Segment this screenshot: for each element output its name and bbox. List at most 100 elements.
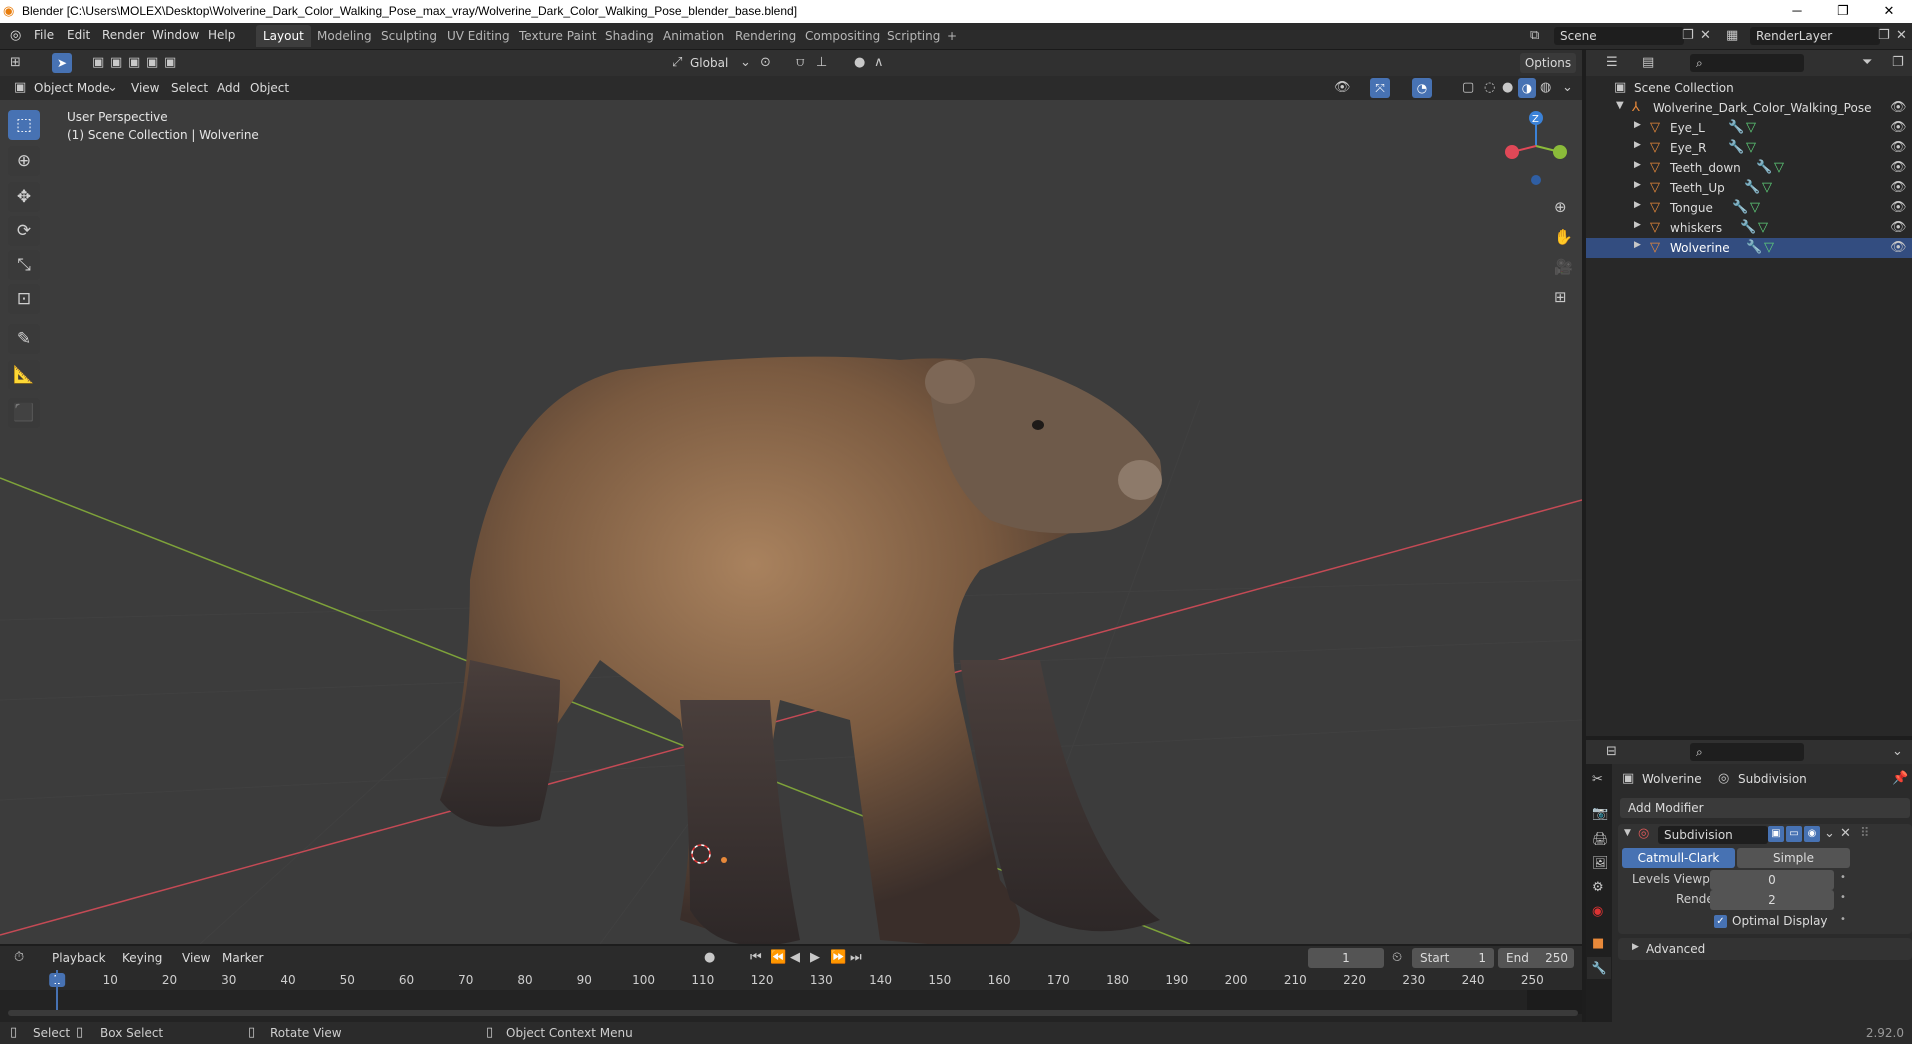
- keyframe-dot-icon[interactable]: •: [1840, 892, 1846, 903]
- next-keyframe-icon[interactable]: ⏩: [830, 950, 846, 965]
- gizmo-toggle-icon[interactable]: ⤧: [1370, 78, 1390, 98]
- select-box-tool-icon[interactable]: ⬚: [8, 110, 40, 140]
- new-view-layer-icon[interactable]: ❐: [1878, 28, 1890, 43]
- play-reverse-icon[interactable]: ◀: [790, 950, 800, 965]
- overlay-toggle-icon[interactable]: ◔: [1412, 78, 1432, 98]
- auto-keying-icon[interactable]: ●: [704, 950, 715, 965]
- new-scene-icon[interactable]: ❐: [1682, 28, 1694, 43]
- timeline-area[interactable]: 1102030405060708090100110120130140150160…: [0, 970, 1582, 1022]
- mesh-data-icon[interactable]: ▽: [1764, 240, 1774, 255]
- cursor-tool-icon[interactable]: ⊕: [8, 146, 40, 176]
- mesh-data-icon[interactable]: ▽: [1774, 160, 1784, 175]
- view-layer-tab-icon[interactable]: 🖼: [1592, 856, 1609, 871]
- viewport-menu-object[interactable]: Object: [250, 81, 289, 95]
- eye-icon[interactable]: 👁: [1890, 160, 1907, 175]
- tool-tab-icon[interactable]: ✂: [1592, 772, 1603, 787]
- outliner-object-row-active[interactable]: ▶ ▽ Wolverine 🔧 ▽ 👁: [1586, 238, 1912, 258]
- expand-arrow-icon[interactable]: ▶: [1632, 942, 1639, 952]
- timeline-editor-type-icon[interactable]: ⏱: [14, 950, 24, 965]
- end-frame-field[interactable]: End 250: [1498, 948, 1574, 968]
- object-tab-icon[interactable]: ■: [1592, 936, 1604, 951]
- expand-arrow-icon[interactable]: ▶: [1634, 180, 1641, 190]
- select-mode-extend-icon[interactable]: ▣: [110, 55, 122, 70]
- mesh-data-icon[interactable]: ▽: [1746, 120, 1756, 135]
- gizmo-y-axis[interactable]: [1553, 145, 1567, 159]
- modifier-tab-icon[interactable]: 🔧: [1587, 957, 1611, 979]
- modifier-wrench-icon[interactable]: 🔧: [1728, 120, 1744, 135]
- menu-edit[interactable]: Edit: [67, 28, 90, 42]
- timeline-menu-marker[interactable]: Marker: [222, 951, 263, 965]
- keyframe-dot-icon[interactable]: •: [1840, 914, 1846, 925]
- viewport-menu-view[interactable]: View: [131, 81, 159, 95]
- tab-shading[interactable]: Shading: [598, 25, 661, 47]
- menu-window[interactable]: Window: [152, 28, 199, 42]
- blender-menu-icon[interactable]: ◎: [10, 28, 21, 43]
- minimize-button[interactable]: ─: [1774, 0, 1820, 23]
- render-toggle-icon[interactable]: ◉: [1804, 826, 1820, 842]
- material-preview-icon[interactable]: ◑: [1518, 78, 1536, 98]
- modifier-wrench-icon[interactable]: 🔧: [1740, 220, 1756, 235]
- annotate-tool-icon[interactable]: ✎: [8, 324, 40, 354]
- viewport-display-toggle-icon[interactable]: ▭: [1786, 826, 1802, 842]
- wolverine-model[interactable]: [440, 356, 1162, 944]
- viewport-menu-add[interactable]: Add: [217, 81, 240, 95]
- prev-keyframe-icon[interactable]: ⏪: [770, 950, 786, 965]
- tab-texture-paint[interactable]: Texture Paint: [512, 25, 603, 47]
- viewport-menu-select[interactable]: Select: [171, 81, 208, 95]
- catmull-clark-button[interactable]: Catmull-Clark: [1622, 848, 1735, 868]
- outliner-object-row[interactable]: ▶ ▽ Tongue 🔧 ▽ 👁: [1586, 198, 1912, 218]
- simple-button[interactable]: Simple: [1737, 848, 1850, 868]
- outliner-scene-collection[interactable]: ▣ Scene Collection: [1586, 78, 1912, 98]
- outliner-collection-row[interactable]: ▼ ⅄ Wolverine_Dark_Color_Walking_Pose 👁: [1586, 98, 1912, 118]
- rendered-shading-icon[interactable]: ◍: [1540, 80, 1551, 95]
- visibility-icon[interactable]: 👁: [1334, 80, 1351, 95]
- modifier-name-input[interactable]: Subdivision: [1658, 826, 1768, 844]
- keyframe-dot-icon[interactable]: •: [1840, 872, 1846, 883]
- object-mode-dropdown[interactable]: Object Mode: [34, 81, 110, 95]
- tab-modeling[interactable]: Modeling: [310, 25, 379, 47]
- world-tab-icon[interactable]: ◉: [1592, 904, 1603, 919]
- start-frame-field[interactable]: Start 1: [1412, 948, 1494, 968]
- options-dropdown[interactable]: Options: [1520, 53, 1576, 73]
- expand-arrow-icon[interactable]: ▶: [1634, 200, 1641, 210]
- play-icon[interactable]: ▶: [810, 950, 820, 965]
- 3d-viewport[interactable]: User Perspective (1) Scene Collection | …: [0, 100, 1582, 944]
- timeline-menu-keying[interactable]: Keying: [122, 951, 162, 965]
- move-tool-icon[interactable]: ✥: [8, 182, 40, 212]
- wireframe-shading-icon[interactable]: ◌: [1484, 80, 1495, 95]
- modifier-wrench-icon[interactable]: 🔧: [1744, 180, 1760, 195]
- transform-tool-icon[interactable]: ⊡: [8, 284, 40, 314]
- outliner-object-row[interactable]: ▶ ▽ whiskers 🔧 ▽ 👁: [1586, 218, 1912, 238]
- pin-icon[interactable]: 📌: [1892, 771, 1908, 786]
- tab-compositing[interactable]: Compositing: [798, 25, 887, 47]
- preview-range-icon[interactable]: ⏲: [1392, 950, 1402, 965]
- filter-icon[interactable]: ⏷: [1862, 55, 1872, 70]
- select-mode-new-icon[interactable]: ▣: [92, 55, 104, 70]
- mesh-data-icon[interactable]: ▽: [1762, 180, 1772, 195]
- view-layer-icon[interactable]: ▦: [1726, 28, 1738, 43]
- add-modifier-dropdown[interactable]: Add Modifier: [1620, 798, 1910, 818]
- perspective-toggle-icon[interactable]: ⊞: [1554, 288, 1567, 306]
- eye-icon[interactable]: 👁: [1890, 200, 1907, 215]
- new-collection-icon[interactable]: ❐: [1892, 55, 1904, 70]
- expand-arrow-icon[interactable]: ▼: [1616, 100, 1624, 111]
- menu-render[interactable]: Render: [102, 28, 145, 42]
- select-tool-icon[interactable]: ➤: [52, 53, 72, 73]
- outliner-object-row[interactable]: ▶ ▽ Teeth_Up 🔧 ▽ 👁: [1586, 178, 1912, 198]
- tab-sculpting[interactable]: Sculpting: [374, 25, 444, 47]
- snap-icon[interactable]: ⩌: [796, 55, 804, 70]
- expand-arrow-icon[interactable]: ▶: [1634, 120, 1641, 130]
- select-mode-subtract-icon[interactable]: ▣: [128, 55, 140, 70]
- eye-icon[interactable]: 👁: [1890, 220, 1907, 235]
- menu-help[interactable]: Help: [208, 28, 235, 42]
- xray-icon[interactable]: ▢: [1462, 80, 1474, 95]
- eye-icon[interactable]: 👁: [1890, 100, 1907, 115]
- maximize-button[interactable]: ❐: [1820, 0, 1866, 23]
- outliner-object-row[interactable]: ▶ ▽ Eye_R 🔧 ▽ 👁: [1586, 138, 1912, 158]
- chevron-down-icon[interactable]: ⌄: [1892, 744, 1903, 759]
- mesh-data-icon[interactable]: ▽: [1746, 140, 1756, 155]
- display-mode-icon[interactable]: ▤: [1642, 55, 1654, 70]
- current-frame-field[interactable]: 1: [1308, 948, 1384, 968]
- eye-icon[interactable]: 👁: [1890, 240, 1907, 255]
- expand-arrow-icon[interactable]: ▶: [1634, 160, 1641, 170]
